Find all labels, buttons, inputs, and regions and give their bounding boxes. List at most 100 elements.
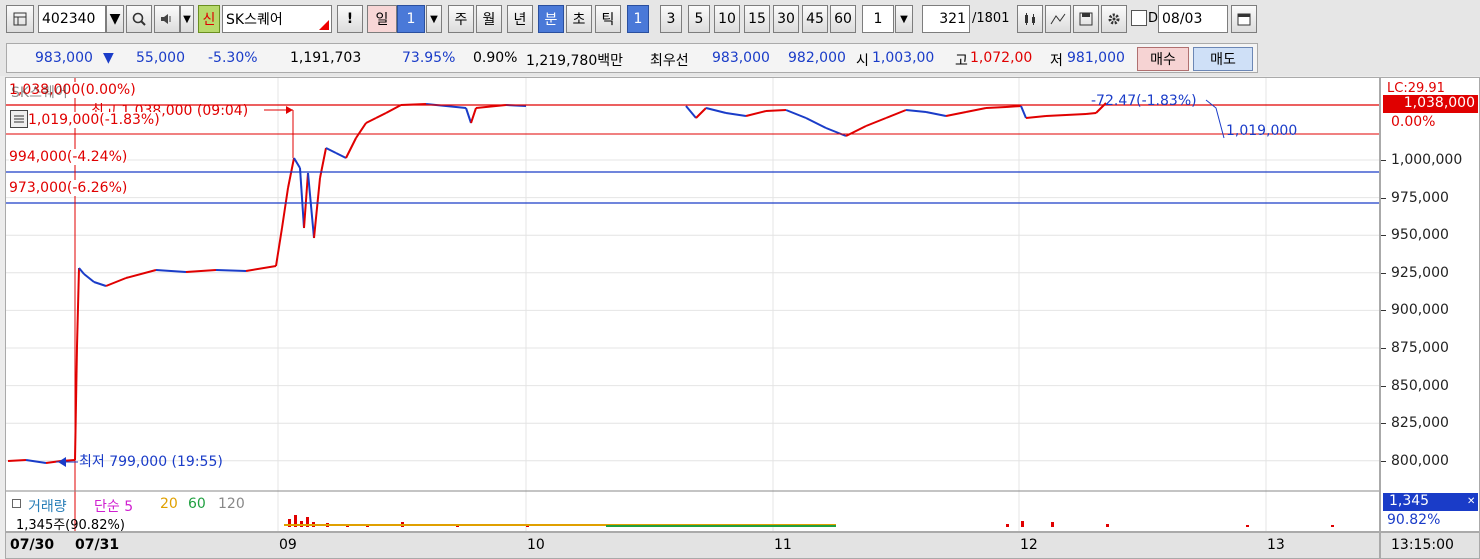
time-box: 13:15:00 [1380, 532, 1480, 559]
low-label: 저 [1050, 53, 1063, 69]
price-segment [93, 281, 107, 287]
date-checkbox[interactable] [1131, 10, 1147, 26]
volume-legend-box[interactable] [12, 499, 21, 508]
trade-amount: 1,219,780백만 [526, 53, 624, 69]
interval-45[interactable]: 45 [802, 5, 828, 33]
price-series [7, 102, 1107, 464]
period-num-button[interactable]: 1 [397, 5, 425, 33]
code-input[interactable]: 402340 [38, 5, 106, 33]
count-input[interactable]: 321 [922, 5, 970, 33]
date-input[interactable]: 08/03 [1158, 5, 1228, 33]
grid-toggle-icon[interactable] [10, 110, 28, 128]
current-price: 983,000 [35, 50, 93, 66]
x-label-12: 12 [1020, 537, 1038, 553]
code-dropdown-icon[interactable]: ▼ [106, 5, 124, 33]
low-price: 981,000 [1067, 50, 1125, 66]
best-bid: 982,000 [788, 50, 846, 66]
price-axis: LC:29.91 1,038,000 0.00% 1,000,000 975,00… [1380, 77, 1480, 532]
high-price: 1,072,00 [970, 50, 1033, 66]
y-tick-mark [1381, 460, 1386, 462]
axis-volume-close-icon[interactable]: ✕ [1467, 496, 1475, 507]
price-segment [76, 267, 80, 347]
interval-1[interactable]: 1 [627, 5, 649, 33]
price-segment [1005, 105, 1022, 108]
price-segment [1045, 114, 1067, 117]
price-segment [745, 110, 767, 117]
interval-10[interactable]: 10 [714, 5, 740, 33]
interval-60[interactable]: 60 [830, 5, 856, 33]
price-segment [985, 106, 1007, 109]
volume-ratio: 73.95% [402, 50, 456, 66]
interval-30[interactable]: 30 [773, 5, 799, 33]
price-segment [365, 117, 377, 124]
y-tick-mark [1381, 197, 1386, 199]
price-segment [287, 157, 295, 189]
interval-15[interactable]: 15 [744, 5, 770, 33]
date-prefix: D [1148, 11, 1159, 26]
sound-dropdown-icon[interactable]: ▼ [180, 5, 194, 33]
y-tick-label: 975,000 [1391, 189, 1449, 206]
period-dropdown-icon[interactable]: ▼ [426, 5, 442, 33]
credit-badge: 신 [198, 5, 220, 33]
price-segment [319, 147, 327, 179]
price-segment [7, 459, 27, 462]
tab-week[interactable]: 주 [448, 5, 474, 33]
x-label-10: 10 [527, 537, 545, 553]
price-segment [1085, 112, 1097, 115]
price-segment [945, 111, 967, 117]
price-segment [470, 107, 477, 124]
axis-volume: 1,345 [1383, 493, 1478, 511]
price-chart[interactable]: 1,038,000(0.00%) SK스퀘어 최고 1,038,000 (09:… [5, 77, 1380, 533]
tab-tick[interactable]: 틱 [595, 5, 621, 33]
x-label-13: 13 [1267, 537, 1285, 553]
candle-icon[interactable] [1017, 5, 1043, 33]
interval-3[interactable]: 3 [660, 5, 682, 33]
alert-button[interactable]: ! [337, 5, 363, 33]
gear-icon[interactable] [1101, 5, 1127, 33]
y-tick-label: 925,000 [1391, 264, 1449, 281]
current-time: 13:15:00 [1391, 537, 1454, 553]
tab-second[interactable]: 초 [566, 5, 592, 33]
price-segment [925, 111, 947, 117]
stock-watermark: SK스퀘어 [11, 85, 68, 101]
ref-label-1: 1,019,000(-1.83%) [28, 112, 160, 128]
price-segment [865, 117, 887, 127]
period-day-button[interactable]: 일 [367, 5, 397, 33]
interval-5[interactable]: 5 [688, 5, 710, 33]
sound-icon[interactable] [154, 5, 180, 33]
stock-name: SK스퀘어 [226, 12, 283, 28]
ref-label-3: 973,000(-6.26%) [9, 180, 128, 196]
x-label-0731: 07/31 [75, 537, 120, 553]
y-tick-label: 950,000 [1391, 227, 1449, 244]
tab-year[interactable]: 년 [507, 5, 533, 33]
price-segment [1065, 113, 1087, 116]
count-total: /1801 [972, 11, 1010, 26]
x-label-09: 09 [279, 537, 297, 553]
diff-price: 1,019,000 [1226, 123, 1298, 139]
legend-ma60: 60 [188, 496, 206, 512]
volume-bar [1006, 524, 1009, 527]
stock-list-icon[interactable] [6, 5, 34, 33]
calendar-icon[interactable] [1231, 5, 1257, 33]
price-segment [281, 187, 289, 229]
save-icon[interactable] [1073, 5, 1099, 33]
tab-minute[interactable]: 분 [538, 5, 564, 33]
buy-button[interactable]: 매수 [1137, 47, 1189, 71]
price-segment [185, 269, 217, 273]
y-tick-label: 900,000 [1391, 302, 1449, 319]
search-icon[interactable] [126, 5, 152, 33]
sell-button[interactable]: 매도 [1193, 47, 1253, 71]
y-tick-mark [1381, 423, 1386, 425]
y-tick-mark [1381, 348, 1386, 349]
price-segment [785, 109, 807, 119]
x-label-11: 11 [774, 537, 792, 553]
line-tool-icon[interactable] [1045, 5, 1071, 33]
price-segment [905, 109, 927, 113]
price-segment [83, 273, 95, 283]
price-segment [303, 172, 309, 229]
count-select[interactable]: 1 [862, 5, 894, 33]
price-segment [465, 107, 472, 124]
count-dropdown-icon[interactable]: ▼ [895, 5, 913, 33]
stock-name-field[interactable]: SK스퀘어 [222, 5, 332, 33]
tab-month[interactable]: 월 [476, 5, 502, 33]
